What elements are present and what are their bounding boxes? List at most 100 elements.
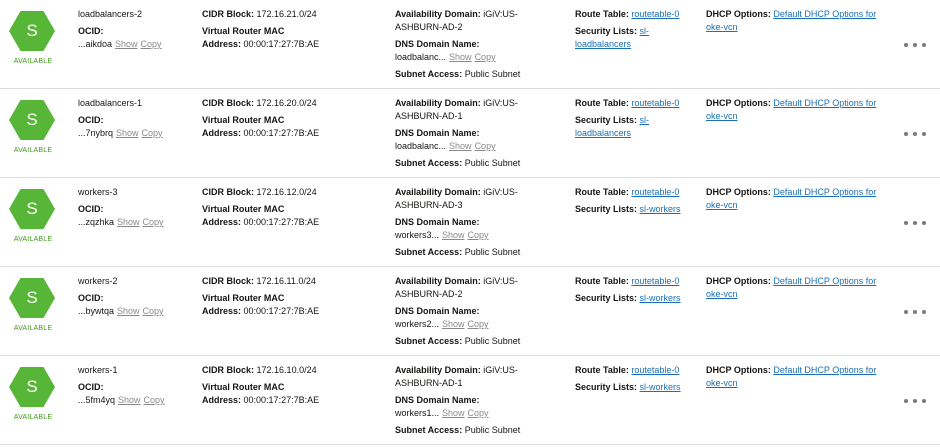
dhcp-column: DHCP Options: Default DHCP Options for o…: [706, 275, 891, 301]
vr-mac-address-label: Address:: [202, 306, 242, 316]
ocid-value: ...bywtqa: [78, 306, 115, 316]
route-table-link[interactable]: routetable-0: [631, 276, 679, 286]
dns-copy-link[interactable]: Copy: [468, 230, 489, 240]
route-table-link[interactable]: routetable-0: [631, 365, 679, 375]
status-badge: AVAILABLE: [13, 58, 53, 65]
dns-copy-link[interactable]: Copy: [475, 141, 496, 151]
security-list-link-cont[interactable]: loadbalancers: [575, 127, 695, 140]
security-list-link[interactable]: sl-: [640, 115, 650, 125]
security-lists-label: Security Lists:: [575, 382, 638, 392]
dhcp-options-link-cont[interactable]: oke-vcn: [706, 110, 891, 123]
availability-value-cont: ASHBURN-AD-1: [395, 111, 463, 121]
dhcp-options-link[interactable]: Default DHCP Options for: [773, 365, 876, 375]
subnet-name: workers-1: [78, 365, 118, 375]
dns-show-link[interactable]: Show: [442, 408, 465, 418]
name-column: workers-3 OCID: ...zqzhka Show Copy: [78, 186, 193, 229]
dhcp-options-link[interactable]: Default DHCP Options for: [773, 187, 876, 197]
cidr-label: CIDR Block:: [202, 98, 255, 108]
ocid-show-link[interactable]: Show: [118, 395, 141, 405]
availability-label: Availability Domain:: [395, 365, 481, 375]
ocid-show-link[interactable]: Show: [115, 39, 138, 49]
subnet-access-value: Public Subnet: [464, 425, 521, 435]
ocid-copy-link[interactable]: Copy: [143, 306, 164, 316]
dns-show-link[interactable]: Show: [442, 230, 465, 240]
subnet-row: S AVAILABLE loadbalancers-1 OCID: ...7ny…: [0, 89, 940, 178]
ocid-copy-link[interactable]: Copy: [143, 217, 164, 227]
status-badge: AVAILABLE: [13, 236, 53, 243]
vr-mac-value: 00:00:17:27:7B:AE: [243, 395, 320, 405]
security-list-link-cont[interactable]: loadbalancers: [575, 38, 695, 51]
route-table-link[interactable]: routetable-0: [631, 187, 679, 197]
dns-copy-link[interactable]: Copy: [468, 319, 489, 329]
status-badge: AVAILABLE: [13, 147, 53, 154]
availability-value: iGiV:US-: [483, 276, 518, 286]
availability-value: iGiV:US-: [483, 9, 518, 19]
cidr-value: 172.16.10.0/24: [256, 365, 317, 375]
more-actions-icon[interactable]: [904, 218, 926, 228]
route-table-label: Route Table:: [575, 276, 629, 286]
availability-value: iGiV:US-: [483, 187, 518, 197]
availability-value: iGiV:US-: [483, 98, 518, 108]
dns-show-link[interactable]: Show: [442, 319, 465, 329]
network-column: CIDR Block: 172.16.20.0/24 Virtual Route…: [202, 97, 382, 140]
route-table-link[interactable]: routetable-0: [631, 9, 679, 19]
subnet-name: workers-2: [78, 276, 118, 286]
dns-copy-link[interactable]: Copy: [475, 52, 496, 62]
dns-show-link[interactable]: Show: [449, 52, 472, 62]
dhcp-label: DHCP Options:: [706, 276, 771, 286]
subnet-list: S AVAILABLE loadbalancers-2 OCID: ...aik…: [0, 0, 940, 448]
ocid-copy-link[interactable]: Copy: [142, 128, 163, 138]
dns-value: workers3...: [395, 230, 440, 240]
dns-value: workers2...: [395, 319, 440, 329]
dhcp-options-link-cont[interactable]: oke-vcn: [706, 377, 891, 390]
routing-column: Route Table: routetable-0 Security Lists…: [575, 8, 695, 51]
dhcp-options-link-cont[interactable]: oke-vcn: [706, 21, 891, 34]
more-actions-icon[interactable]: [904, 129, 926, 139]
dhcp-options-link-cont[interactable]: oke-vcn: [706, 199, 891, 212]
cidr-value: 172.16.21.0/24: [256, 9, 317, 19]
vr-mac-label: Virtual Router MAC: [202, 382, 285, 392]
icon-letter: S: [26, 199, 38, 218]
subnet-access-value: Public Subnet: [464, 247, 521, 257]
more-actions-icon[interactable]: [904, 396, 926, 406]
availability-label: Availability Domain:: [395, 276, 481, 286]
dhcp-options-link[interactable]: Default DHCP Options for: [773, 9, 876, 19]
dns-value: workers1...: [395, 408, 440, 418]
availability-value: iGiV:US-: [483, 365, 518, 375]
dhcp-options-link-cont[interactable]: oke-vcn: [706, 288, 891, 301]
security-list-link[interactable]: sl-: [640, 26, 650, 36]
cidr-label: CIDR Block:: [202, 187, 255, 197]
ocid-copy-link[interactable]: Copy: [144, 395, 165, 405]
dns-value: loadbalanc...: [395, 52, 447, 62]
ocid-copy-link[interactable]: Copy: [141, 39, 162, 49]
dhcp-options-link[interactable]: Default DHCP Options for: [773, 98, 876, 108]
name-column: workers-2 OCID: ...bywtqa Show Copy: [78, 275, 193, 318]
vr-mac-value: 00:00:17:27:7B:AE: [243, 128, 320, 138]
ocid-value: ...7nybrq: [78, 128, 114, 138]
security-lists-label: Security Lists:: [575, 26, 638, 36]
dhcp-options-link[interactable]: Default DHCP Options for: [773, 276, 876, 286]
subnet-hexagon-icon: S: [9, 367, 55, 407]
routing-column: Route Table: routetable-0 Security Lists…: [575, 275, 695, 305]
vr-mac-label: Virtual Router MAC: [202, 293, 285, 303]
more-actions-icon[interactable]: [904, 307, 926, 317]
security-list-link[interactable]: sl-workers: [640, 382, 681, 392]
subnet-name: workers-3: [78, 187, 118, 197]
domain-column: Availability Domain: iGiV:US- ASHBURN-AD…: [395, 97, 565, 170]
security-list-link[interactable]: sl-workers: [640, 204, 681, 214]
availability-value-cont: ASHBURN-AD-3: [395, 200, 463, 210]
vr-mac-value: 00:00:17:27:7B:AE: [243, 306, 320, 316]
subnet-access-label: Subnet Access:: [395, 425, 463, 435]
vr-mac-value: 00:00:17:27:7B:AE: [243, 217, 320, 227]
ocid-show-link[interactable]: Show: [116, 128, 139, 138]
subnet-access-label: Subnet Access:: [395, 158, 463, 168]
more-actions-icon[interactable]: [904, 40, 926, 50]
ocid-show-link[interactable]: Show: [117, 217, 140, 227]
security-list-link[interactable]: sl-workers: [640, 293, 681, 303]
dns-copy-link[interactable]: Copy: [468, 408, 489, 418]
dns-show-link[interactable]: Show: [449, 141, 472, 151]
availability-value-cont: ASHBURN-AD-1: [395, 378, 463, 388]
subnet-access-value: Public Subnet: [464, 158, 521, 168]
route-table-link[interactable]: routetable-0: [631, 98, 679, 108]
ocid-show-link[interactable]: Show: [117, 306, 140, 316]
